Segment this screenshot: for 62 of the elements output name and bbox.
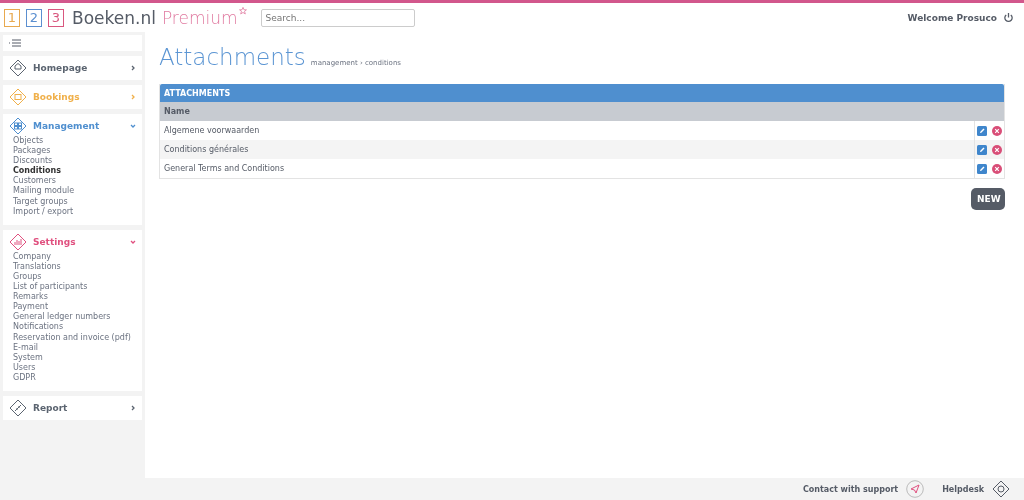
table-cell-text: General Terms and Conditions: [163, 163, 286, 175]
delete-icon[interactable]: [992, 144, 1002, 155]
ruler-diamond-icon: [9, 398, 27, 417]
star-icon: [238, 7, 247, 15]
sidebar-item[interactable]: GDPR: [13, 372, 142, 383]
sidebar-item[interactable]: Customers: [13, 176, 142, 187]
sidebar-section[interactable]: Settings: [33, 236, 124, 247]
logo-digit: 2: [26, 8, 42, 27]
sidebar-item[interactable]: Objects: [13, 136, 142, 147]
logo-digit: 3: [48, 8, 64, 27]
grid-diamond-icon: [9, 117, 27, 135]
sidebar-item[interactable]: Users: [13, 362, 142, 373]
delete-icon[interactable]: [992, 163, 1002, 174]
logo-edition: Premium: [161, 7, 238, 28]
column-header: Name: [160, 102, 1004, 121]
edit-icon[interactable]: [977, 125, 987, 136]
chevron-right-icon: [130, 65, 136, 71]
sidebar-section[interactable]: Report: [33, 402, 124, 413]
page-title: Attachments: [159, 44, 306, 70]
lifebuoy-diamond-icon[interactable]: [992, 480, 1010, 498]
house-diamond-icon: [9, 59, 27, 77]
welcome-text: Welcome Prosuco: [907, 12, 997, 23]
sidebar-item[interactable]: Payment: [13, 302, 142, 313]
power-icon[interactable]: [1003, 12, 1014, 23]
sidebar-item[interactable]: Target groups: [13, 196, 142, 207]
table-cell-text: Algemene voorwaarden: [163, 125, 261, 137]
sidebar-item[interactable]: List of participants: [13, 282, 142, 293]
window-diamond-icon: [9, 88, 27, 106]
edit-icon[interactable]: [977, 144, 987, 155]
sidebar-item[interactable]: Groups: [13, 271, 142, 283]
table-cell-text: Conditions générales: [163, 143, 250, 156]
sidebar-item[interactable]: E-mail: [13, 342, 142, 353]
logo-digit: 1: [4, 8, 20, 27]
sidebar-item[interactable]: Notifications: [13, 322, 142, 333]
chevron-down-icon: [130, 123, 136, 129]
chevron-right-icon: [130, 94, 136, 100]
sidebar-item[interactable]: Discounts: [13, 156, 142, 167]
helpdesk-link[interactable]: Helpdesk: [942, 484, 984, 494]
logo-name: Boeken.nl: [72, 7, 156, 28]
sidebar-item[interactable]: Import / export: [13, 206, 142, 217]
search-field[interactable]: Search...: [260, 8, 415, 27]
sidebar-item[interactable]: Reservation and invoice (pdf): [13, 332, 142, 343]
sidebar-item[interactable]: Conditions: [13, 166, 142, 177]
table-title: ATTACHMENTS: [160, 84, 1004, 102]
sidebar-item[interactable]: Translations: [13, 261, 142, 272]
chevron-down-icon: [130, 238, 136, 245]
bars-diamond-icon: [9, 232, 27, 251]
sidebar-section[interactable]: Management: [33, 121, 124, 131]
delete-icon[interactable]: [992, 125, 1002, 136]
new-button[interactable]: NEW: [971, 188, 1005, 210]
sidebar-item[interactable]: General ledger numbers: [13, 312, 142, 323]
sidebar-item[interactable]: Mailing module: [13, 186, 142, 197]
sidebar-item[interactable]: Remarks: [13, 292, 142, 303]
paper-plane-icon[interactable]: [906, 480, 925, 498]
menu-icon[interactable]: [9, 39, 21, 47]
sidebar-item[interactable]: System: [13, 352, 142, 363]
sidebar-item[interactable]: Company: [13, 251, 142, 262]
chevron-right-icon: [130, 404, 136, 411]
sidebar-section[interactable]: Homepage: [33, 63, 124, 73]
edit-icon[interactable]: [977, 163, 987, 174]
sidebar-item[interactable]: Packages: [13, 146, 142, 157]
support-link[interactable]: Contact with support: [802, 484, 899, 494]
